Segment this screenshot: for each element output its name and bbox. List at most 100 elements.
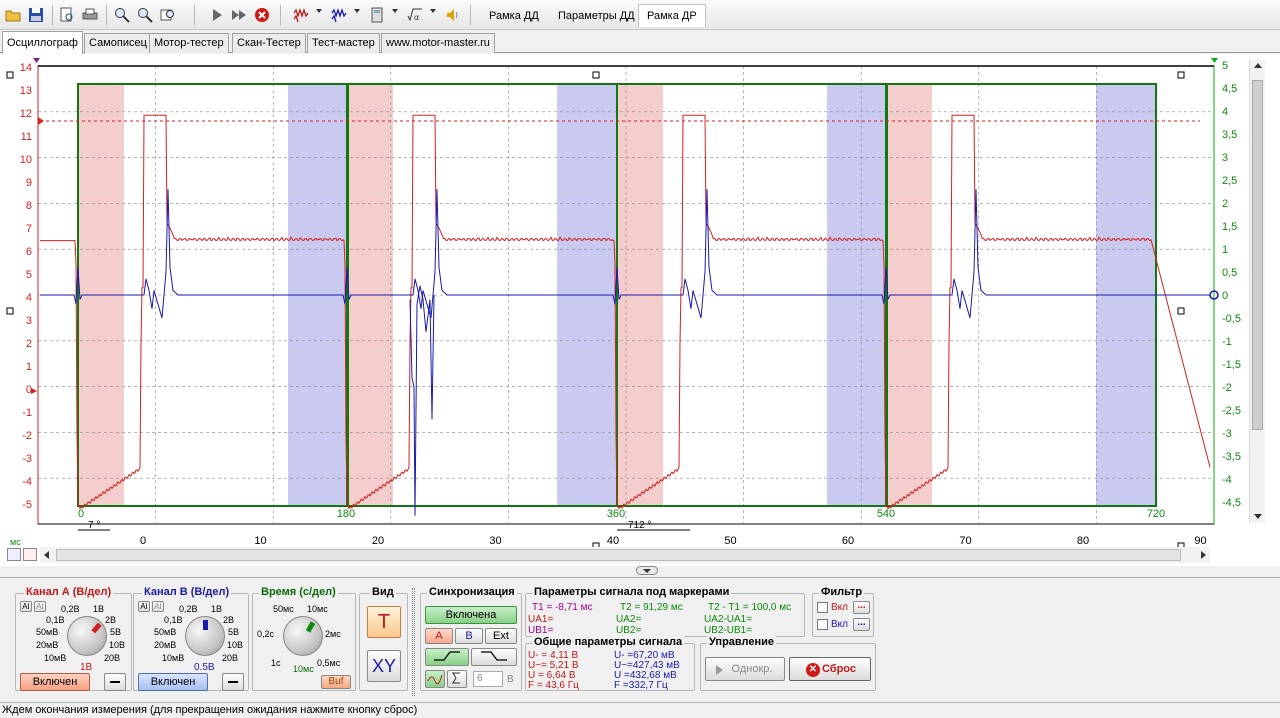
sync-mode-wait-button[interactable]: [447, 670, 467, 688]
tab-recorder[interactable]: Самописец: [84, 33, 152, 53]
sync-channel-a-button[interactable]: A: [425, 628, 453, 644]
save-icon[interactable]: [27, 6, 45, 24]
tab-frame-dd[interactable]: Рамка ДД: [480, 4, 548, 27]
x-tick-label: 50: [724, 535, 736, 547]
math-function-icon[interactable]: α: [406, 6, 424, 24]
scale-label: 1В: [93, 604, 105, 614]
left-tick-label: -3: [22, 453, 32, 465]
falling-edge-button[interactable]: [471, 648, 517, 666]
dc-coupling-button[interactable]: AI: [152, 601, 164, 612]
scroll-up-icon[interactable]: [1254, 63, 1262, 68]
scrollbar-thumb[interactable]: [1252, 80, 1263, 430]
marker-params-title: Параметры сигнала под маркерами: [532, 586, 732, 598]
time-scale-knob[interactable]: [283, 616, 323, 656]
sync-channel-b-button[interactable]: B: [455, 628, 483, 644]
sync-level-input[interactable]: 6: [473, 671, 503, 687]
channel-b-scale-knob[interactable]: [185, 616, 225, 656]
filter-a-label: Вкл: [831, 602, 848, 613]
ac-coupling-button[interactable]: AI: [20, 601, 32, 612]
scroll-left-icon[interactable]: [44, 551, 49, 559]
sync-mode-auto-button[interactable]: [425, 670, 445, 688]
dc-coupling-button[interactable]: AI: [34, 601, 46, 612]
filter-a-checkbox[interactable]: [817, 602, 828, 613]
channel-b-enable-button[interactable]: Включен: [138, 673, 208, 691]
rising-edge-button[interactable]: [425, 648, 469, 666]
oscilloscope-chart[interactable]: 14131211109876543210-1-2-3-4-554,543,532…: [0, 54, 1280, 566]
x-tick-label: 20: [372, 535, 384, 547]
play-icon[interactable]: [208, 6, 226, 24]
scrollbar-thumb[interactable]: [56, 549, 1181, 561]
single-shot-button[interactable]: Однокр.: [705, 657, 785, 681]
sound-icon[interactable]: [444, 6, 462, 24]
calculator-icon[interactable]: [368, 6, 386, 24]
filter-b-label: Вкл: [831, 619, 848, 630]
filter-b-settings-button[interactable]: ...: [853, 618, 870, 631]
scroll-right-icon[interactable]: [1201, 551, 1206, 559]
single-shot-label: Однокр.: [731, 663, 773, 675]
sync-enable-button[interactable]: Включена: [425, 606, 517, 624]
degree-label: 720: [1147, 508, 1165, 520]
minus-icon: [110, 681, 120, 683]
resize-handle: [592, 71, 600, 79]
open-folder-icon[interactable]: [4, 6, 22, 24]
x-tick-label: 10: [254, 535, 266, 547]
tab-params-dd[interactable]: Параметры ДД: [549, 4, 644, 27]
channel-b-invert-button[interactable]: [222, 673, 244, 691]
chevron-down-icon[interactable]: [354, 9, 360, 13]
left-tick-label: -2: [22, 430, 32, 442]
channel-b-wave-icon[interactable]: [330, 6, 348, 24]
scale-label: 0,2В: [179, 604, 198, 614]
scale-label: 0,1В: [46, 615, 65, 625]
print-icon[interactable]: [81, 6, 99, 24]
scale-label: 2В: [105, 615, 117, 625]
scroll-down-icon[interactable]: [1254, 514, 1262, 519]
xy-view-button[interactable]: XY: [367, 650, 401, 682]
scale-label: 2В: [223, 615, 235, 625]
time-scale-value: 10мс: [293, 664, 314, 674]
marker-angle-label: 7 °: [88, 520, 100, 531]
channel-a-scale-knob[interactable]: [67, 616, 107, 656]
zoom-in-icon[interactable]: [113, 6, 131, 24]
collapse-panel-button[interactable]: [636, 566, 658, 575]
tab-frame-dr[interactable]: Рамка ДР: [638, 4, 706, 27]
oscilloscope-plot[interactable]: 14 13 12 11 10 9 8 7 6 5 4 3 2 1 0 -1 -2 -3 -4 -5 5 4,5 4 3,5 3 2…: [0, 54, 1280, 566]
time-view-button[interactable]: T: [367, 606, 401, 638]
reset-button[interactable]: ✕ Сброс: [789, 657, 871, 681]
filter-a-settings-button[interactable]: ...: [853, 601, 870, 614]
sync-external-button[interactable]: Ext: [485, 628, 517, 644]
tab-motor-tester[interactable]: Мотор-тестер: [149, 33, 229, 53]
main-toolbar: α Рамка ДД Параметры ДД Рамка ДР: [0, 0, 1280, 30]
channel-a-invert-button[interactable]: [104, 673, 126, 691]
marker-t1-value: T1 = -8,71 мс: [532, 602, 593, 613]
minus-icon: [228, 681, 238, 683]
scale-label: 10В: [227, 640, 244, 650]
chevron-down-icon[interactable]: [316, 9, 322, 13]
time-group: Время (с/дел) 50мс 10мс 0,2с 2мс 1с 0,5м…: [252, 586, 356, 691]
tab-test-master[interactable]: Тест-мастер: [307, 33, 380, 53]
right-tick-label: 1,5: [1222, 221, 1237, 233]
print-preview-icon[interactable]: [58, 6, 76, 24]
filter-b-checkbox[interactable]: [817, 619, 828, 630]
left-tick-label: 11: [21, 131, 32, 143]
control-group: Управление Однокр. ✕ Сброс: [700, 636, 876, 691]
tab-oscilloscope[interactable]: Осциллограф: [2, 31, 83, 54]
tab-website[interactable]: www.motor-master.ru: [381, 33, 495, 53]
horizontal-scrollbar[interactable]: [40, 547, 1210, 563]
panel-splitter[interactable]: [412, 588, 415, 696]
chevron-down-icon[interactable]: [392, 9, 398, 13]
chevron-down-icon[interactable]: [430, 9, 436, 13]
vertical-scrollbar[interactable]: [1249, 60, 1265, 523]
zoom-out-icon[interactable]: [136, 6, 154, 24]
marker-ua-diff-value: UА2-UА1=: [704, 614, 753, 625]
channel-a-enable-button[interactable]: Включен: [20, 673, 90, 691]
right-tick-label: -3: [1222, 428, 1232, 440]
fast-forward-icon[interactable]: [230, 6, 248, 24]
channel-b-offset-button[interactable]: [7, 548, 21, 561]
channel-a-wave-icon[interactable]: [292, 6, 310, 24]
ac-coupling-button[interactable]: AI: [138, 601, 150, 612]
channel-a-offset-button[interactable]: [23, 548, 37, 561]
stop-icon[interactable]: [253, 6, 271, 24]
zoom-fit-icon[interactable]: [159, 6, 177, 24]
tab-scan-tester[interactable]: Скан-Тестер: [232, 33, 306, 53]
buffer-button[interactable]: Buf: [321, 675, 351, 689]
